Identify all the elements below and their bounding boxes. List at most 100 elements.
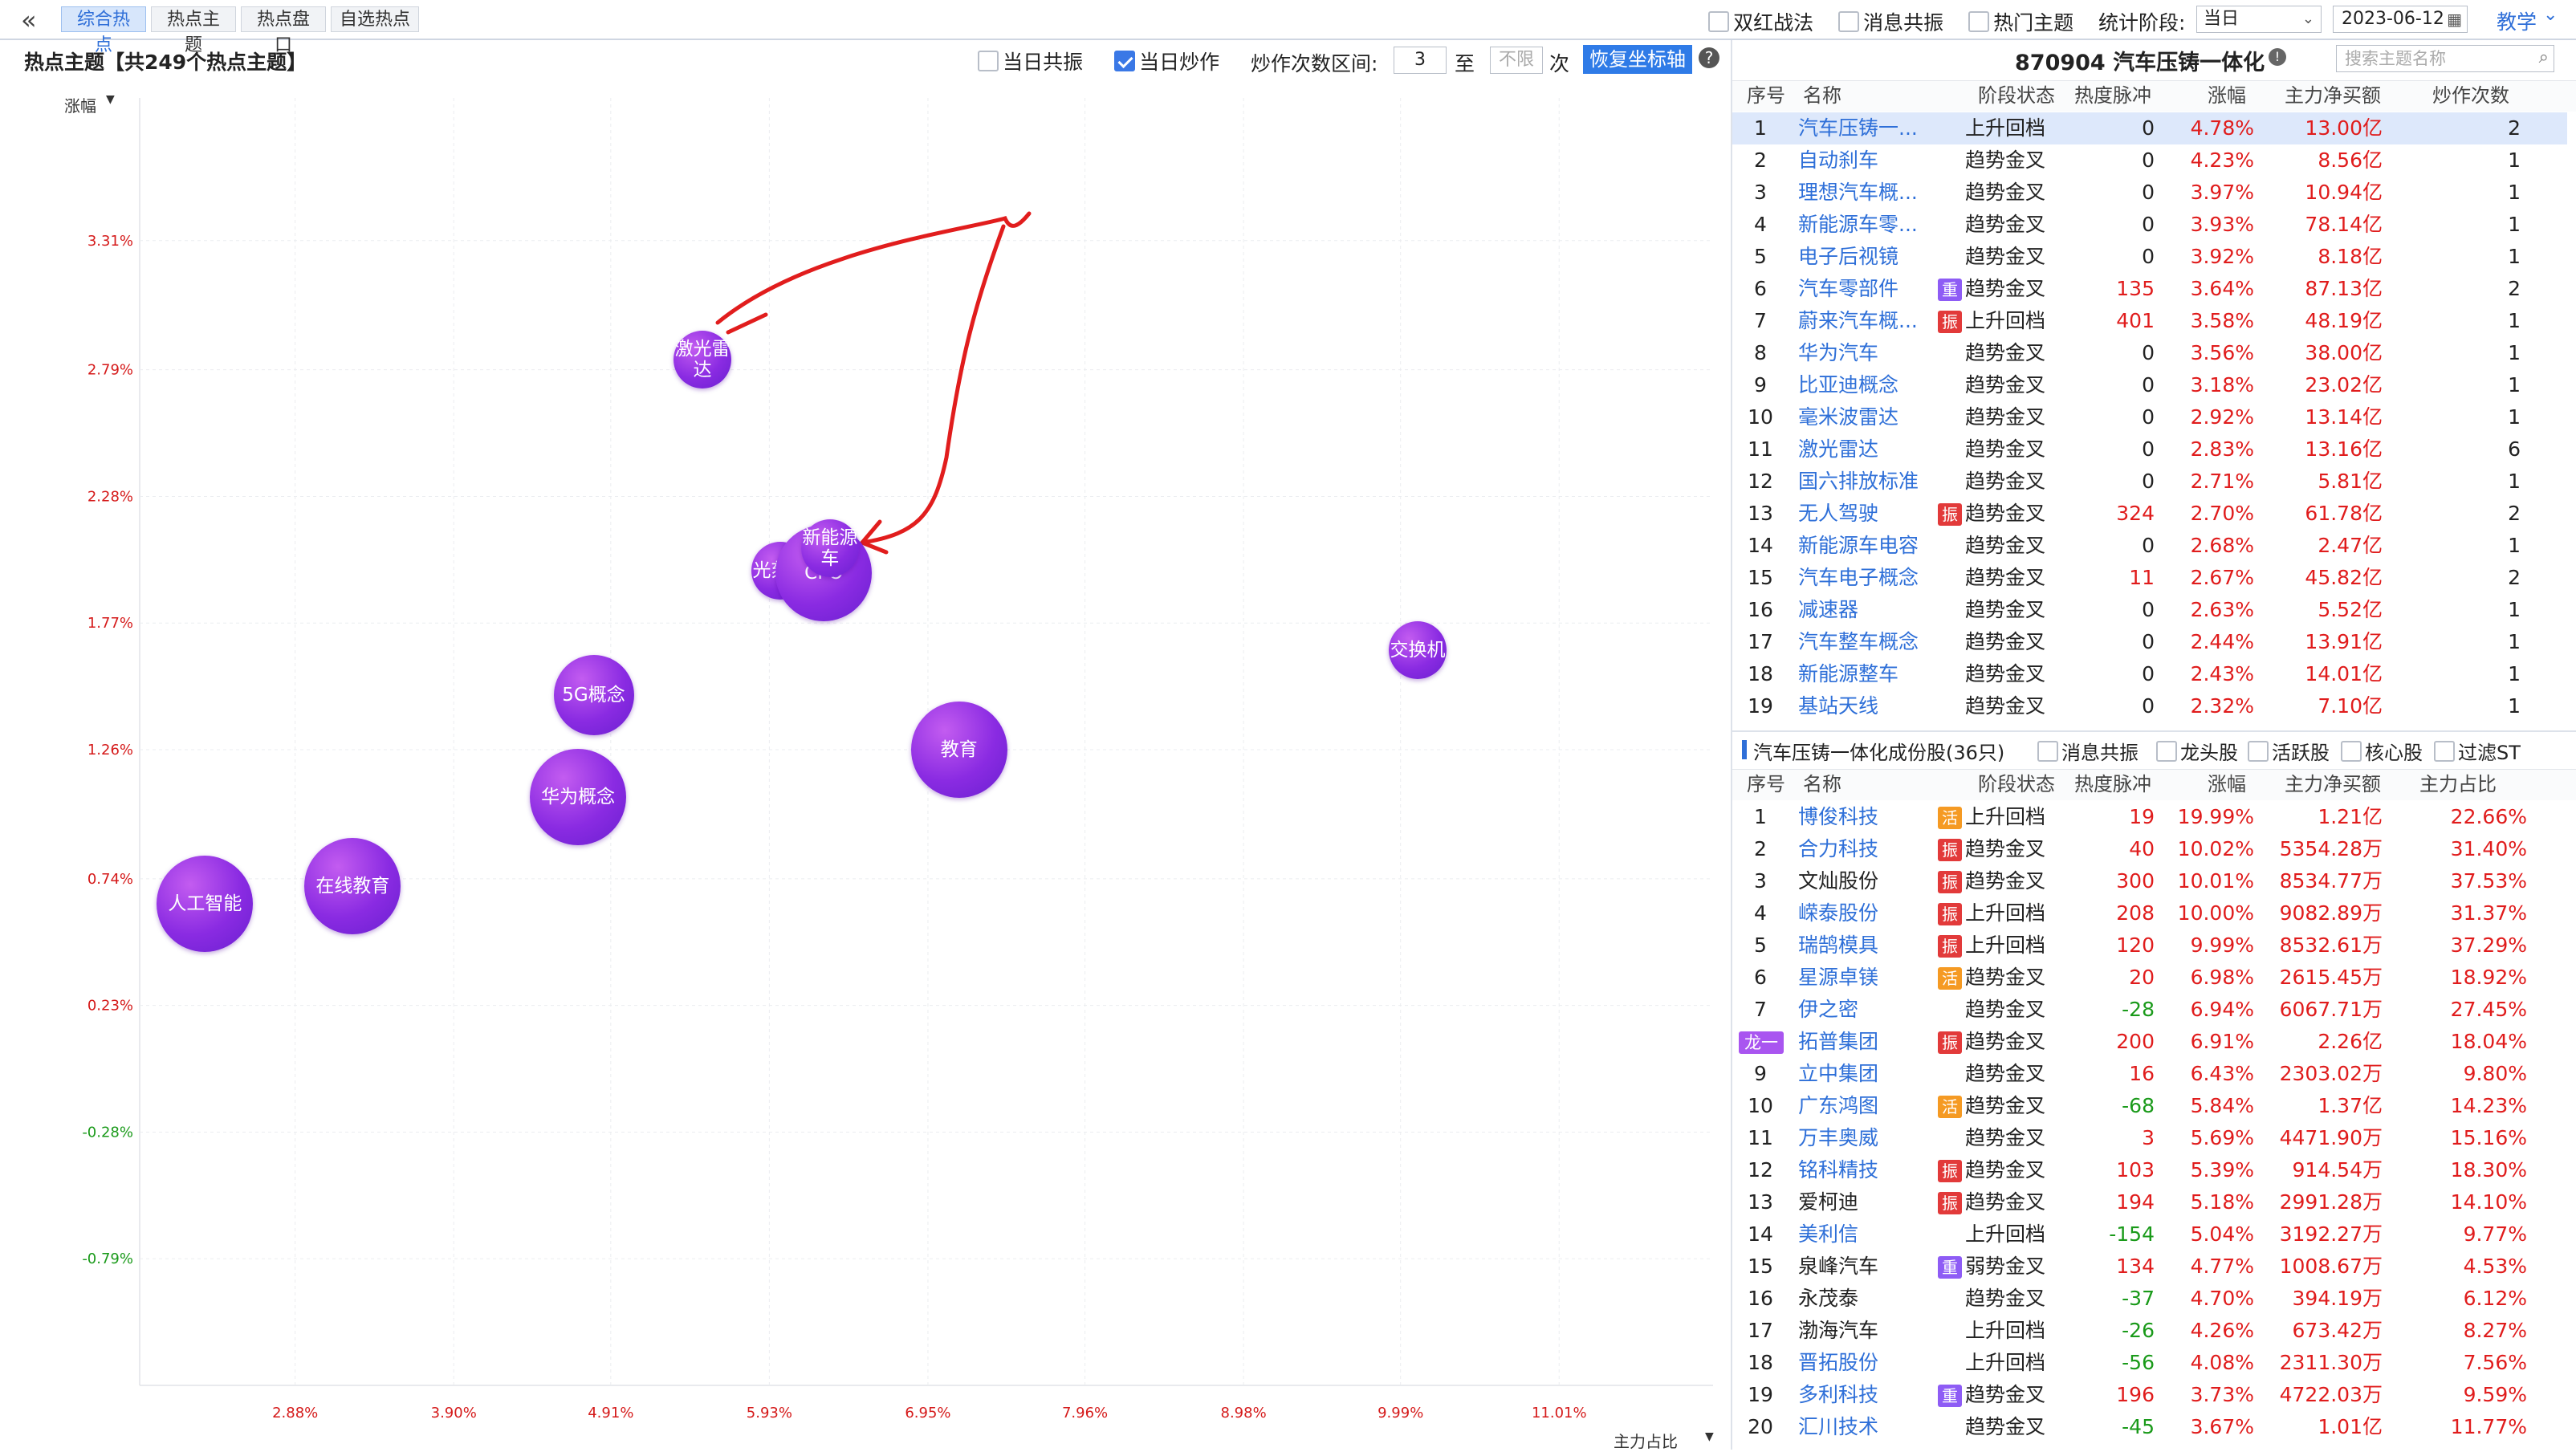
col-change[interactable]: 涨幅 — [2208, 770, 2246, 799]
theme-bubble[interactable]: 新能源车 — [800, 519, 859, 578]
stock-row[interactable]: 5 瑞鹄模具 上升回档 120 9.99% 8532.61万 37.29% 振 — [1732, 929, 2567, 962]
stock-filter-checkbox[interactable] — [2341, 740, 2362, 762]
col-main-ratio[interactable]: 主力占比 — [2419, 770, 2497, 799]
theme-cell-name[interactable]: 理想汽车概... — [1798, 177, 1935, 209]
option-news-resonance[interactable]: 消息共振 — [1838, 7, 1943, 36]
stock-filter-checkbox[interactable] — [2248, 740, 2269, 762]
stock-row[interactable]: 11 万丰奥威 趋势金叉 3 5.69% 4471.90万 15.16% — [1732, 1122, 2567, 1154]
stock-row[interactable]: 4 嵘泰股份 上升回档 208 10.00% 9082.89万 31.37% 振 — [1732, 897, 2567, 929]
theme-row[interactable]: 1 汽车压铸一... 上升回档 0 4.78% 13.00亿 2 — [1732, 112, 2567, 144]
date-picker[interactable]: 2023-06-12 ▦ — [2333, 6, 2468, 33]
news-resonance-checkbox[interactable] — [1838, 11, 1859, 32]
tab-hot-theme[interactable]: 热点主题 — [151, 6, 236, 55]
tab-watchlist-hot[interactable]: 自选热点 — [331, 6, 419, 32]
theme-row[interactable]: 18 新能源整车 趋势金叉 0 2.43% 14.01亿 1 — [1732, 658, 2567, 690]
stock-cell-name[interactable]: 万丰奥威 — [1798, 1122, 1935, 1154]
theme-cell-name[interactable]: 减速器 — [1798, 594, 1935, 626]
stock-row[interactable]: 2 合力科技 趋势金叉 40 10.02% 5354.28万 31.40% 振 — [1732, 833, 2567, 865]
theme-cell-name[interactable]: 汽车电子概念 — [1798, 562, 1935, 594]
caret-down-icon[interactable]: ▼ — [1705, 1430, 1714, 1443]
theme-row[interactable]: 13 无人驾驶 趋势金叉 324 2.70% 61.78亿 2 振 — [1732, 498, 2567, 530]
theme-bubble[interactable]: 激光雷达 — [674, 331, 732, 389]
theme-row[interactable]: 17 汽车整车概念 趋势金叉 0 2.44% 13.91亿 1 — [1732, 626, 2567, 658]
theme-row[interactable]: 14 新能源车电容 趋势金叉 0 2.68% 2.47亿 1 — [1732, 530, 2567, 562]
stock-cell-name[interactable]: 渤海汽车 — [1798, 1315, 1935, 1347]
col-pulse[interactable]: 热度脉冲 — [2074, 770, 2151, 799]
stock-row[interactable]: 17 渤海汽车 上升回档 -26 4.26% 673.42万 8.27% — [1732, 1315, 2567, 1347]
theme-cell-name[interactable]: 蔚来汽车概... — [1798, 305, 1935, 337]
theme-search-input[interactable]: 搜索主题名称 ⌕ — [2336, 45, 2554, 72]
theme-row[interactable]: 10 毫米波雷达 趋势金叉 0 2.92% 13.14亿 1 — [1732, 401, 2567, 433]
option-hot-theme[interactable]: 热门主题 — [1968, 7, 2073, 36]
col-net-buy[interactable]: 主力净买额 — [2285, 770, 2381, 799]
stock-filter-option[interactable]: 核心股 — [2341, 737, 2423, 765]
stock-row[interactable]: 1 博俊科技 上升回档 19 19.99% 1.21亿 22.66% 活 — [1732, 801, 2567, 833]
stock-row[interactable]: 19 多利科技 趋势金叉 196 3.73% 4722.03万 9.59% 重 — [1732, 1379, 2567, 1411]
stock-row[interactable]: 9 立中集团 趋势金叉 16 6.43% 2303.02万 9.80% — [1732, 1058, 2567, 1090]
theme-row[interactable]: 5 电子后视镜 趋势金叉 0 3.92% 8.18亿 1 — [1732, 241, 2567, 273]
stock-cell-name[interactable]: 汇川技术 — [1798, 1411, 1935, 1443]
stock-filter-checkbox[interactable] — [2156, 740, 2177, 762]
double-chevron-left-icon[interactable]: « — [21, 5, 37, 35]
theme-bubble[interactable]: 教育 — [910, 702, 1007, 798]
theme-cell-name[interactable]: 电子后视镜 — [1798, 241, 1935, 273]
theme-row[interactable]: 4 新能源车零... 趋势金叉 0 3.93% 78.14亿 1 — [1732, 209, 2567, 241]
theme-cell-name[interactable]: 汽车整车概念 — [1798, 626, 1935, 658]
tab-comprehensive-hot[interactable]: 综合热点 — [61, 6, 146, 55]
stock-row[interactable]: 龙一 拓普集团 趋势金叉 200 6.91% 2.26亿 18.04% 振 — [1732, 1026, 2567, 1058]
theme-row[interactable]: 9 比亚迪概念 趋势金叉 0 3.18% 23.02亿 1 — [1732, 369, 2567, 401]
tab-hot-market[interactable]: 热点盘口 — [241, 6, 326, 55]
info-circle-icon[interactable]: ! — [2269, 48, 2286, 66]
stock-filter-option[interactable]: 活跃股 — [2248, 737, 2330, 765]
stock-row[interactable]: 15 泉峰汽车 弱势金叉 134 4.77% 1008.67万 4.53% 重 — [1732, 1251, 2567, 1283]
stock-cell-name[interactable]: 瑞鹄模具 — [1798, 929, 1935, 962]
stock-filter-option[interactable]: 消息共振 — [2037, 737, 2139, 765]
stock-cell-name[interactable]: 晋拓股份 — [1798, 1347, 1935, 1379]
stock-row[interactable]: 14 美利信 上升回档 -154 5.04% 3192.27万 9.77% — [1732, 1218, 2567, 1251]
stock-cell-name[interactable]: 拓普集团 — [1798, 1026, 1935, 1058]
theme-cell-name[interactable]: 国六排放标准 — [1798, 466, 1935, 498]
theme-row[interactable]: 16 减速器 趋势金叉 0 2.63% 5.52亿 1 — [1732, 594, 2567, 626]
col-change[interactable]: 涨幅 — [2208, 81, 2246, 110]
theme-cell-name[interactable]: 新能源车电容 — [1798, 530, 1935, 562]
theme-bubble[interactable]: 交换机 — [1389, 621, 1447, 680]
theme-row[interactable]: 11 激光雷达 趋势金叉 0 2.83% 13.16亿 6 — [1732, 433, 2567, 466]
double-red-checkbox[interactable] — [1708, 11, 1729, 32]
theme-row[interactable]: 7 蔚来汽车概... 上升回档 401 3.58% 48.19亿 1 振 — [1732, 305, 2567, 337]
stock-cell-name[interactable]: 广东鸿图 — [1798, 1090, 1935, 1122]
stock-cell-name[interactable]: 泉峰汽车 — [1798, 1251, 1935, 1283]
stock-filter-option[interactable]: 过滤ST — [2434, 737, 2521, 765]
theme-cell-name[interactable]: 汽车压铸一... — [1798, 112, 1935, 144]
stock-row[interactable]: 16 永茂泰 趋势金叉 -37 4.70% 394.19万 6.12% — [1732, 1283, 2567, 1315]
theme-bubble[interactable]: 5G概念 — [553, 654, 634, 735]
theme-cell-name[interactable]: 激光雷达 — [1798, 433, 1935, 466]
theme-row[interactable]: 19 基站天线 趋势金叉 0 2.32% 7.10亿 1 — [1732, 690, 2567, 722]
theme-cell-name[interactable]: 汽车零部件 — [1798, 273, 1935, 305]
theme-row[interactable]: 6 汽车零部件 趋势金叉 135 3.64% 87.13亿 2 重 — [1732, 273, 2567, 305]
theme-row[interactable]: 3 理想汽车概... 趋势金叉 0 3.97% 10.94亿 1 — [1732, 177, 2567, 209]
teach-link[interactable]: 教学 — [2497, 6, 2537, 35]
theme-cell-name[interactable]: 新能源整车 — [1798, 658, 1935, 690]
theme-cell-name[interactable]: 无人驾驶 — [1798, 498, 1935, 530]
stock-cell-name[interactable]: 铭科精技 — [1798, 1154, 1935, 1186]
theme-bubble[interactable]: 在线教育 — [304, 838, 401, 935]
theme-bubble[interactable]: 人工智能 — [157, 855, 254, 952]
stock-filter-option[interactable]: 龙头股 — [2156, 737, 2238, 765]
stock-row[interactable]: 20 汇川技术 趋势金叉 -45 3.67% 1.01亿 11.77% — [1732, 1411, 2567, 1443]
stock-cell-name[interactable]: 永茂泰 — [1798, 1283, 1935, 1315]
stock-row[interactable]: 6 星源卓镁 趋势金叉 20 6.98% 2615.45万 18.92% 活 — [1732, 962, 2567, 994]
stock-row[interactable]: 18 晋拓股份 上升回档 -56 4.08% 2311.30万 7.56% — [1732, 1347, 2567, 1379]
col-net-buy[interactable]: 主力净买额 — [2285, 81, 2381, 110]
stock-cell-name[interactable]: 伊之密 — [1798, 994, 1935, 1026]
stock-cell-name[interactable]: 文灿股份 — [1798, 865, 1935, 897]
theme-cell-name[interactable]: 自动刹车 — [1798, 144, 1935, 177]
period-select[interactable]: 当日 ⌄ — [2196, 6, 2322, 33]
stock-cell-name[interactable]: 星源卓镁 — [1798, 962, 1935, 994]
stock-row[interactable]: 7 伊之密 趋势金叉 -28 6.94% 6067.71万 27.45% — [1732, 994, 2567, 1026]
theme-bubble[interactable]: 华为概念 — [530, 748, 627, 845]
stock-cell-name[interactable]: 多利科技 — [1798, 1379, 1935, 1411]
stock-row[interactable]: 13 爱柯迪 趋势金叉 194 5.18% 2991.28万 14.10% 振 — [1732, 1186, 2567, 1218]
stock-filter-checkbox[interactable] — [2434, 740, 2455, 762]
theme-cell-name[interactable]: 基站天线 — [1798, 690, 1935, 722]
theme-cell-name[interactable]: 华为汽车 — [1798, 337, 1935, 369]
